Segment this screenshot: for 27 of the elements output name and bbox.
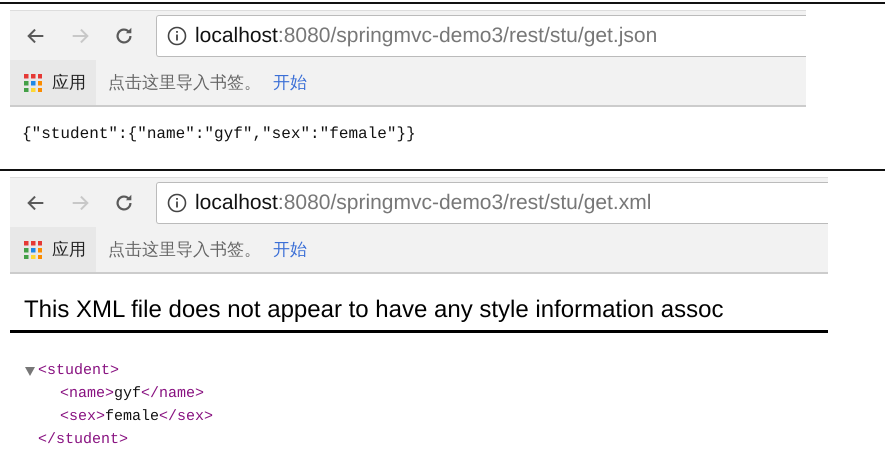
- json-text: {"student":{"name":"gyf","sex":"female"}}: [21, 124, 417, 143]
- xml-close-tag: </name>: [141, 382, 204, 405]
- xml-open-tag: <name>: [60, 382, 114, 405]
- address-bar[interactable]: localhost:8080/springmvc-demo3/rest/stu/get.json: [156, 14, 806, 56]
- collapse-triangle-icon[interactable]: [24, 364, 36, 376]
- apps-button[interactable]: 应用: [10, 227, 96, 272]
- start-link[interactable]: 开始: [273, 71, 307, 94]
- url-path: :8080/springmvc-demo3/rest/stu/get.xml: [278, 190, 652, 214]
- xml-close-tag: </student>: [38, 428, 128, 451]
- bookmarks-hint: 点击这里导入书签。: [108, 239, 261, 261]
- address-bar[interactable]: localhost:8080/springmvc-demo3/rest/stu/get.xml: [156, 182, 828, 224]
- info-icon[interactable]: [167, 192, 187, 212]
- xml-close-tag: </sex>: [159, 405, 214, 428]
- apps-grid-icon: [24, 74, 42, 92]
- bookmarks-hint: 点击这里导入书签。: [108, 72, 261, 94]
- start-link[interactable]: 开始: [273, 238, 307, 261]
- apps-grid-icon: [24, 240, 42, 258]
- xml-text: gyf: [114, 384, 142, 404]
- xml-text: female: [105, 407, 160, 427]
- xml-open-tag: <sex>: [60, 405, 106, 428]
- xml-open-tag: <student>: [38, 359, 120, 382]
- url-path: :8080/springmvc-demo3/rest/stu/get.json: [278, 24, 658, 48]
- url-host: localhost: [195, 24, 278, 48]
- xml-notice: This XML file does not appear to have any style information assoc: [10, 274, 828, 333]
- apps-button[interactable]: 应用: [10, 60, 96, 105]
- url-host: localhost: [195, 190, 278, 214]
- info-icon[interactable]: [167, 26, 187, 46]
